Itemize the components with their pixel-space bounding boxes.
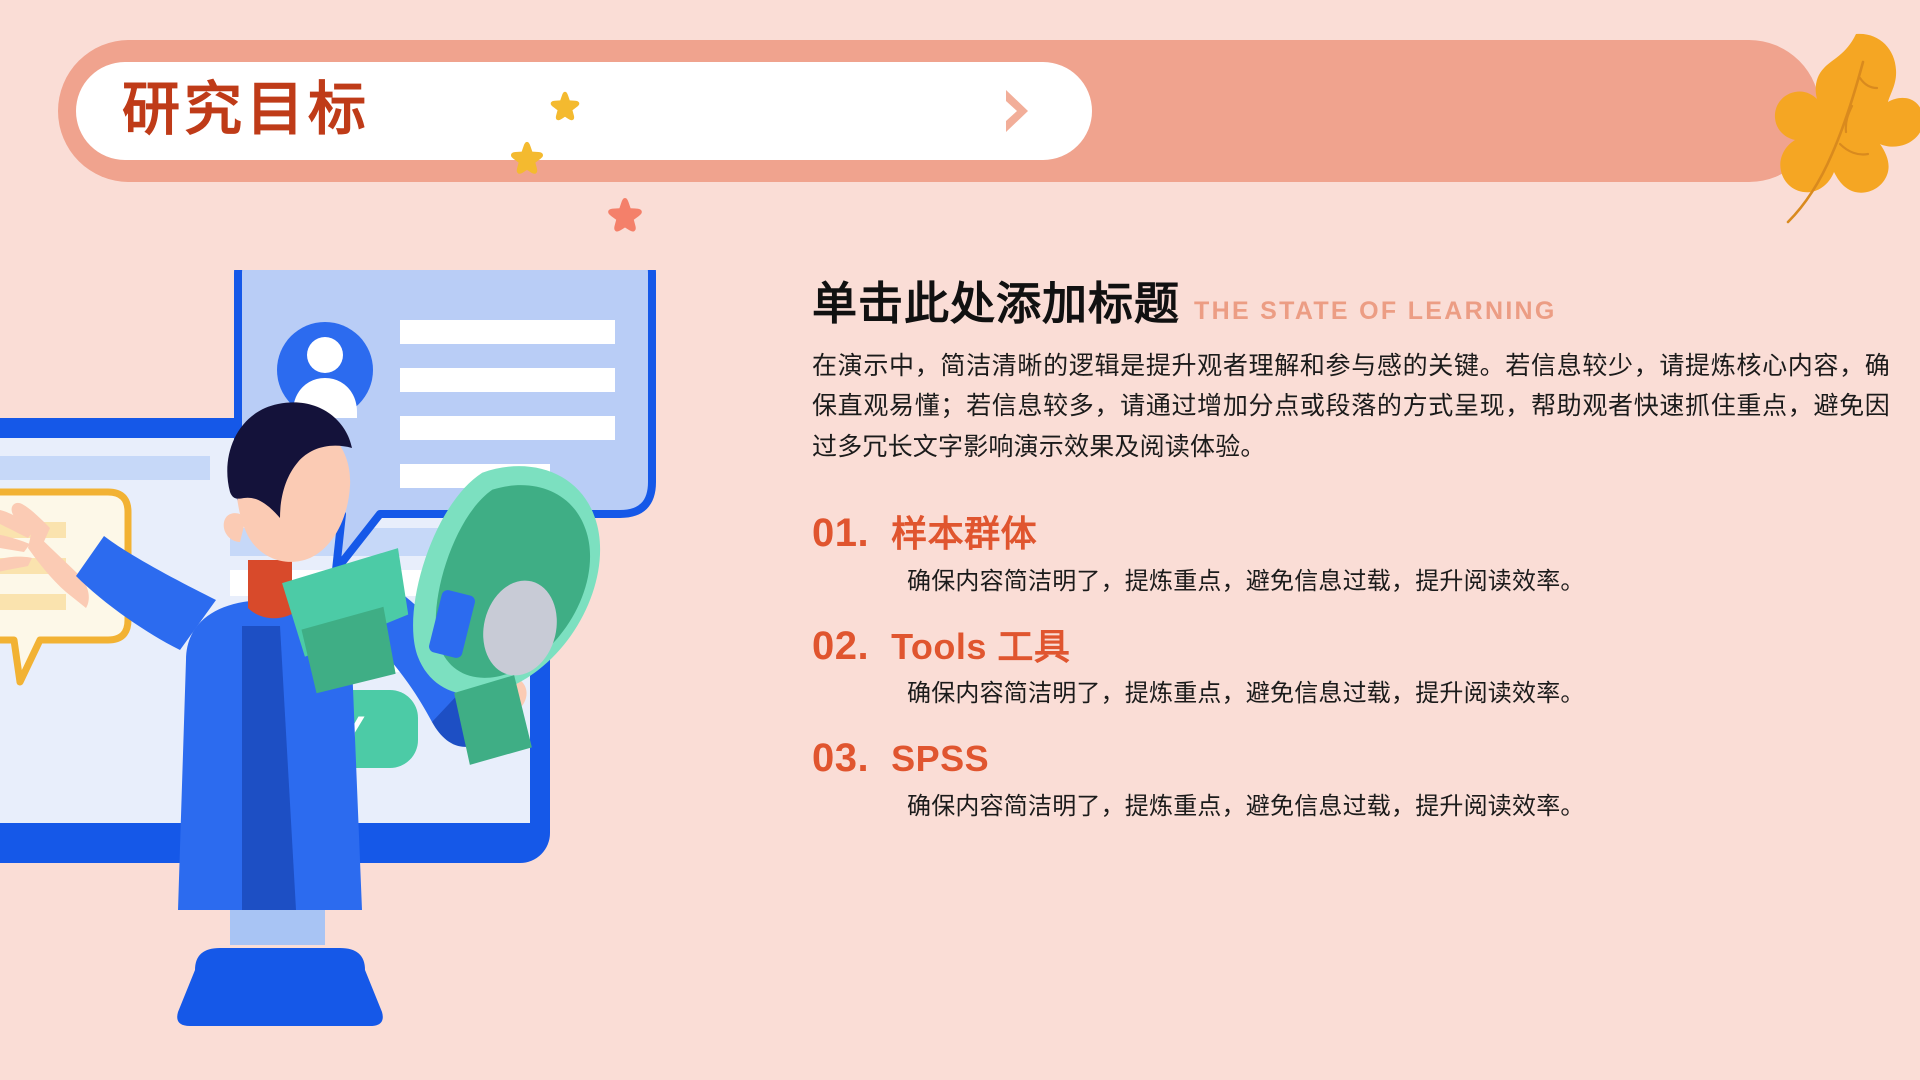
list-item-number: 02. bbox=[812, 623, 870, 668]
list-item-title: SPSS bbox=[891, 738, 990, 780]
list-item-description: 确保内容简洁明了，提炼重点，避免信息过载，提升阅读效率。 bbox=[907, 680, 1585, 708]
star-yellow-mid-icon bbox=[508, 140, 546, 178]
list-item-head: 03. SPSS bbox=[812, 738, 1902, 779]
header-banner-pill: 研究目标 bbox=[76, 62, 1092, 160]
heading-chinese: 单击此处添加标题 bbox=[812, 278, 1181, 329]
list-item-head: 02. Tools 工具 bbox=[812, 626, 1902, 667]
list-item-head: 01. 样本群体 bbox=[812, 513, 1902, 554]
heading-english: THE STATE OF LEARNING bbox=[1194, 297, 1557, 325]
objectives-list: 01. 样本群体 确保内容简洁明了，提炼重点，避免信息过载，提升阅读效率。 02… bbox=[812, 513, 1902, 824]
chevron-right-icon[interactable] bbox=[1000, 87, 1034, 135]
star-coral-icon bbox=[605, 196, 645, 236]
slide-canvas: 研究目标 单击此处添加标题 THE STATE OF LEARNING 在演示中… bbox=[0, 0, 1920, 1080]
list-item[interactable]: 03. SPSS 确保内容简洁明了，提炼重点，避免信息过载，提升阅读效率。 bbox=[812, 738, 1902, 824]
list-item-description: 确保内容简洁明了，提炼重点，避免信息过载，提升阅读效率。 bbox=[907, 792, 1585, 820]
list-item-description: 确保内容简洁明了，提炼重点，避免信息过载，提升阅读效率。 bbox=[907, 567, 1585, 595]
list-item-number: 01. bbox=[812, 511, 870, 556]
body-paragraph: 在演示中，简洁清晰的逻辑是提升观者理解和参与感的关键。若信息较少，请提炼核心内容… bbox=[812, 351, 1890, 461]
content-column: 单击此处添加标题 THE STATE OF LEARNING 在演示中，简洁清晰… bbox=[812, 278, 1902, 850]
list-item-title: 样本群体 bbox=[891, 513, 1038, 555]
star-yellow-top-icon bbox=[548, 90, 582, 124]
oak-leaf-icon bbox=[1760, 22, 1920, 252]
monitor-presenter-megaphone-illustration: BUY bbox=[0, 270, 740, 1070]
list-item-number: 03. bbox=[812, 736, 870, 781]
page-title: 研究目标 bbox=[122, 76, 371, 142]
list-item-title: Tools 工具 bbox=[891, 625, 1071, 667]
list-item[interactable]: 02. Tools 工具 确保内容简洁明了，提炼重点，避免信息过载，提升阅读效率… bbox=[812, 626, 1902, 712]
heading-row: 单击此处添加标题 THE STATE OF LEARNING bbox=[812, 278, 1902, 330]
list-item[interactable]: 01. 样本群体 确保内容简洁明了，提炼重点，避免信息过载，提升阅读效率。 bbox=[812, 513, 1902, 599]
